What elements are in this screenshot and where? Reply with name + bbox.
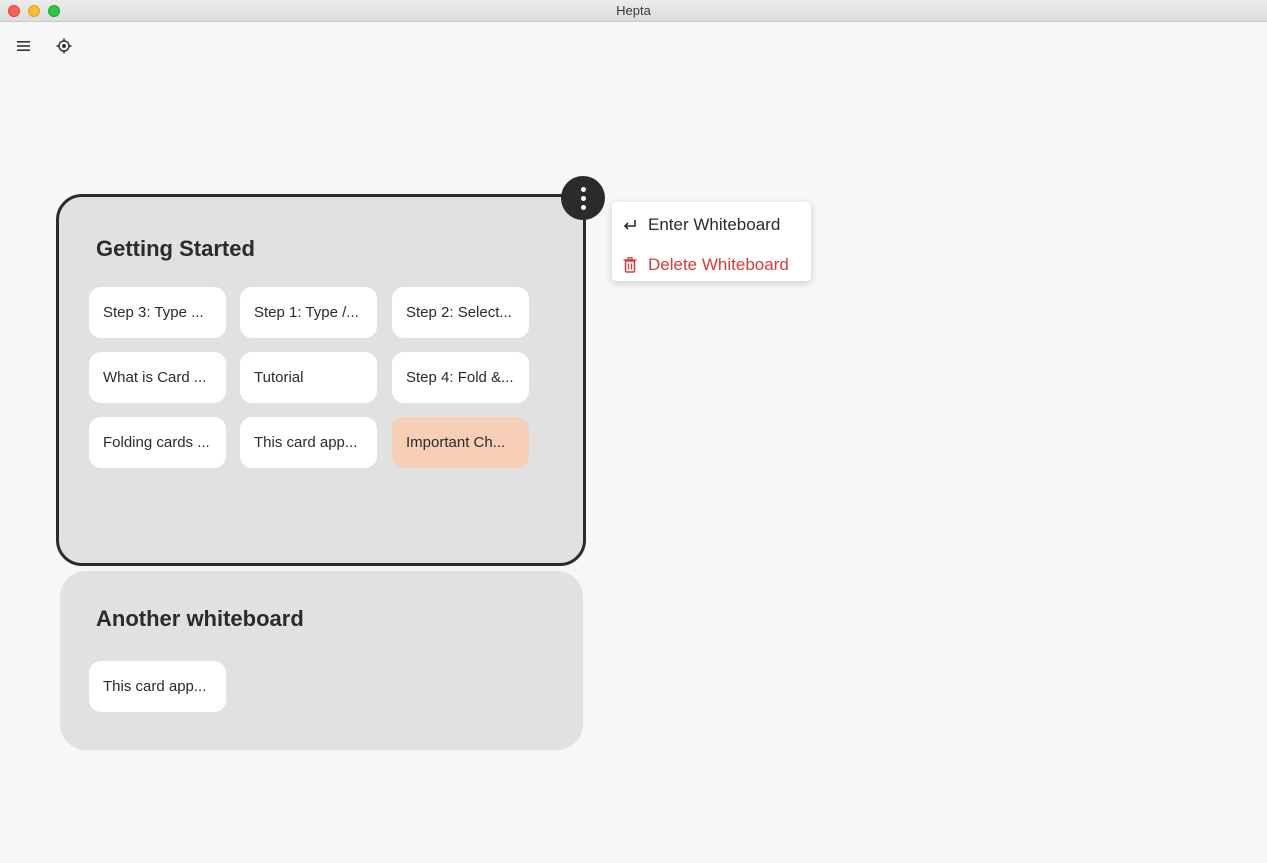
whiteboard-options-button[interactable] <box>561 176 605 220</box>
menu-item-enter-whiteboard[interactable]: Enter Whiteboard <box>612 207 811 243</box>
menu-item-label: Enter Whiteboard <box>648 215 781 234</box>
card[interactable]: Step 1: Type /... <box>240 287 377 338</box>
trash-icon <box>621 256 639 274</box>
menu-icon <box>17 41 30 51</box>
whiteboard-another[interactable]: Another whiteboard This card app... <box>60 571 583 750</box>
menu-item-delete-whiteboard[interactable]: Delete Whiteboard <box>612 247 811 283</box>
card-highlighted[interactable]: Important Ch... <box>392 417 529 468</box>
zoom-window-button[interactable] <box>48 5 60 17</box>
enter-icon <box>621 216 639 234</box>
title-bar[interactable]: Hepta <box>0 0 1267 22</box>
card[interactable]: Step 3: Type ... <box>89 287 226 338</box>
card[interactable]: Step 2: Select... <box>392 287 529 338</box>
card[interactable]: This card app... <box>89 661 226 712</box>
card[interactable]: This card app... <box>240 417 377 468</box>
minimize-window-button[interactable] <box>28 5 40 17</box>
card[interactable]: Folding cards ... <box>89 417 226 468</box>
kebab-dot-icon <box>580 186 586 192</box>
app-window: Hepta Getting Started Step 3: Type ... S… <box>0 0 1267 863</box>
card[interactable]: What is Card ... <box>89 352 226 403</box>
whiteboard-context-menu: Enter Whiteboard Delete Whiteboard <box>612 202 811 281</box>
whiteboard-getting-started[interactable]: Getting Started Step 3: Type ... Step 1:… <box>56 194 586 566</box>
card[interactable]: Step 4: Fold &... <box>392 352 529 403</box>
window-controls <box>8 5 60 17</box>
locate-button[interactable] <box>52 34 76 58</box>
whiteboard-title: Another whiteboard <box>96 606 304 631</box>
window-title: Hepta <box>616 3 651 18</box>
kebab-dot-icon <box>580 204 586 210</box>
menu-button[interactable] <box>12 34 36 58</box>
whiteboard-title: Getting Started <box>96 236 255 261</box>
menu-item-label: Delete Whiteboard <box>648 255 789 274</box>
card[interactable]: Tutorial <box>240 352 377 403</box>
locate-icon <box>56 38 72 54</box>
close-window-button[interactable] <box>8 5 20 17</box>
kebab-dot-icon <box>580 195 586 201</box>
